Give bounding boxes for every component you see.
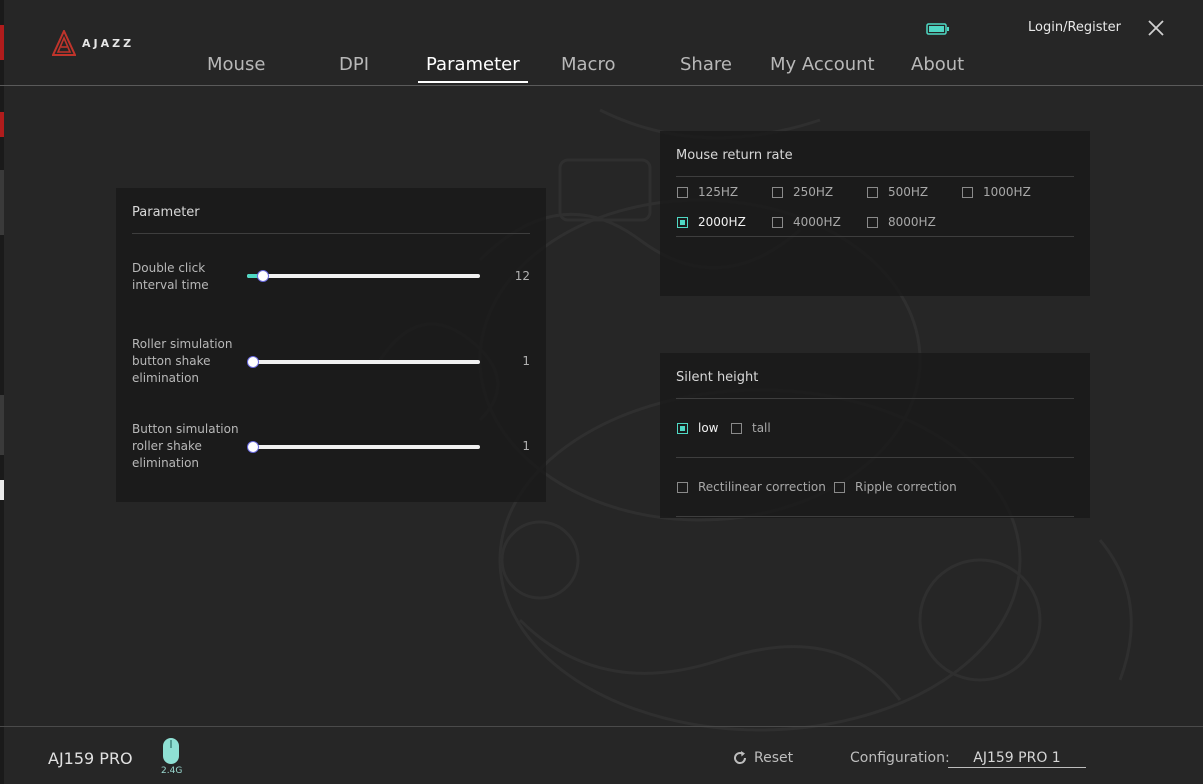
checkbox[interactable]: [731, 422, 742, 434]
tab-my-account[interactable]: My Account: [770, 54, 875, 75]
divider: [132, 233, 530, 234]
return-rate-title: Mouse return rate: [676, 148, 793, 163]
connection-mode: 2.4G: [161, 766, 183, 776]
roller-shake-slider[interactable]: [247, 356, 480, 368]
button-shake-label: Button simulation roller shake eliminati…: [132, 422, 239, 470]
divider: [676, 457, 1074, 458]
device-model: AJ159 PRO: [48, 749, 133, 768]
double-click-label: Double click interval time: [132, 261, 209, 292]
tab-dpi[interactable]: DPI: [339, 54, 369, 75]
left-window-strip: [0, 0, 4, 784]
mouse-device-icon: [163, 738, 179, 764]
divider: [676, 516, 1074, 517]
brand-name: AJAZZ: [82, 36, 135, 50]
slider-thumb[interactable]: [247, 441, 259, 453]
header-divider: [0, 85, 1203, 86]
tab-about[interactable]: About: [911, 54, 964, 75]
checkbox[interactable]: [867, 216, 878, 228]
battery-icon: [926, 23, 949, 35]
slider-thumb[interactable]: [257, 270, 269, 282]
silent-height-panel: Silent height low tall Rectilinear corre…: [660, 353, 1090, 518]
reset-label: Reset: [754, 750, 794, 766]
silent-option-tall[interactable]: tall: [731, 421, 771, 435]
checkbox[interactable]: [962, 186, 973, 198]
rate-option-1000hz[interactable]: 1000HZ: [962, 185, 1031, 199]
divider: [676, 236, 1074, 237]
button-shake-value: 1: [522, 439, 530, 453]
checkbox[interactable]: [677, 186, 688, 198]
rectilinear-correction-option[interactable]: Rectilinear correction: [677, 480, 826, 494]
tab-parameter[interactable]: Parameter: [418, 54, 528, 83]
reset-icon: [734, 751, 747, 764]
configuration-select[interactable]: AJ159 PRO 1: [948, 750, 1086, 768]
login-register-link[interactable]: Login/Register: [1028, 20, 1121, 35]
rate-option-8000hz[interactable]: 8000HZ: [867, 215, 936, 229]
silent-option-low[interactable]: low: [677, 421, 719, 435]
ripple-correction-option[interactable]: Ripple correction: [834, 480, 957, 494]
rate-option-125hz[interactable]: 125HZ: [677, 185, 738, 199]
tab-mouse[interactable]: Mouse: [207, 54, 265, 75]
checkbox[interactable]: [867, 186, 878, 198]
ajazz-logo-icon: [52, 30, 76, 56]
close-icon[interactable]: [1146, 18, 1166, 38]
checkbox[interactable]: [772, 216, 783, 228]
rate-option-500hz[interactable]: 500HZ: [867, 185, 928, 199]
checkbox-checked[interactable]: [677, 216, 688, 228]
double-click-slider[interactable]: [247, 270, 480, 282]
divider: [676, 398, 1074, 399]
rate-option-2000hz[interactable]: 2000HZ: [677, 215, 746, 229]
checkbox[interactable]: [677, 481, 688, 493]
tab-macro[interactable]: Macro: [561, 54, 615, 75]
parameter-panel: Parameter Double click interval time 12 …: [116, 188, 546, 502]
app-header: AJAZZ Login/Register Mouse DPI Parameter…: [0, 0, 1203, 86]
roller-shake-label: Roller simulation button shake eliminati…: [132, 337, 233, 385]
checkbox-checked[interactable]: [677, 422, 688, 434]
button-shake-slider[interactable]: [247, 441, 480, 453]
brand-logo: AJAZZ: [52, 30, 134, 56]
configuration-label: Configuration:: [850, 750, 950, 766]
silent-height-title: Silent height: [676, 370, 759, 385]
divider: [676, 176, 1074, 177]
footer-divider: [0, 726, 1203, 727]
rate-option-4000hz[interactable]: 4000HZ: [772, 215, 841, 229]
rate-option-250hz[interactable]: 250HZ: [772, 185, 833, 199]
main-nav: Mouse DPI Parameter Macro Share My Accou…: [0, 54, 1203, 84]
reset-button[interactable]: Reset: [732, 750, 793, 766]
return-rate-panel: Mouse return rate 125HZ 250HZ 500HZ 1000…: [660, 131, 1090, 296]
parameter-title: Parameter: [132, 205, 200, 220]
roller-shake-value: 1: [522, 354, 530, 368]
checkbox[interactable]: [834, 481, 845, 493]
slider-thumb[interactable]: [247, 356, 259, 368]
double-click-value: 12: [514, 269, 530, 283]
checkbox[interactable]: [772, 186, 783, 198]
tab-share[interactable]: Share: [680, 54, 732, 75]
